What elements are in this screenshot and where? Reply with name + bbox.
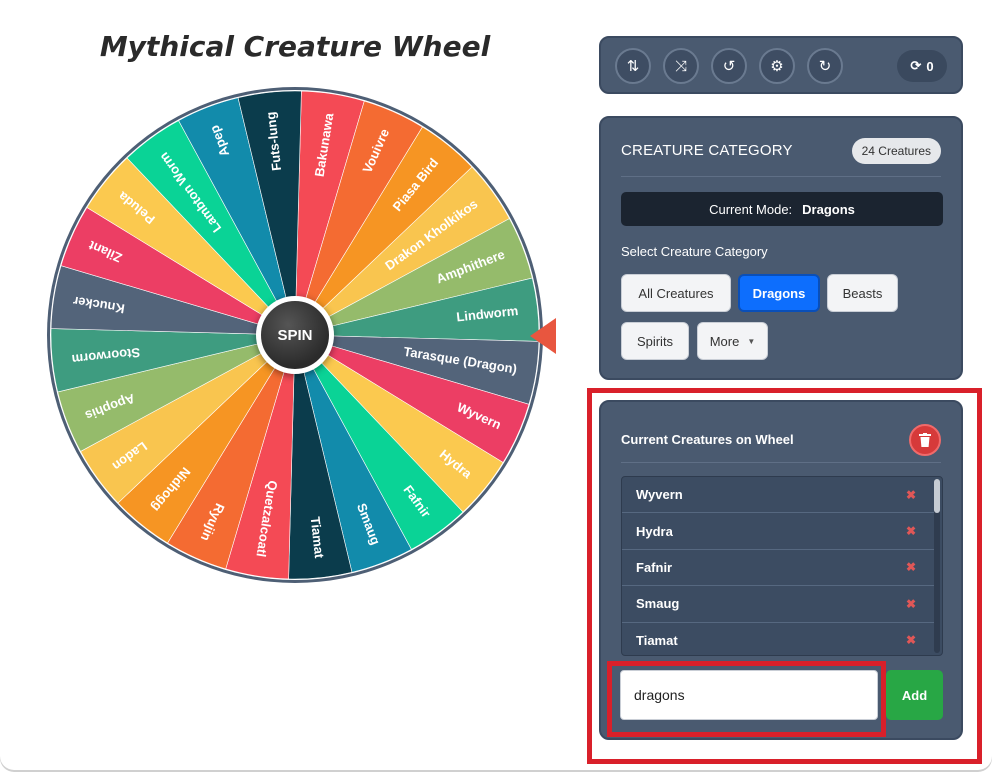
history-icon: ↺ <box>722 57 736 75</box>
chip-dragons[interactable]: Dragons <box>738 274 820 312</box>
refresh-icon: ⟳ <box>910 58 922 73</box>
divider <box>621 176 941 177</box>
redo-icon: ↻ <box>818 57 832 75</box>
chip-more-label: More <box>709 333 740 349</box>
spin-counter[interactable]: ⟳ 0 <box>897 50 947 82</box>
toolbar: ⇅ ⤨ ↺ ⚙ ↻ ⟳ 0 <box>599 36 963 94</box>
sort-icon: ⇅ <box>626 57 640 75</box>
mode-label: Current Mode: <box>709 201 793 217</box>
chip-all-creatures[interactable]: All Creatures <box>621 274 731 312</box>
sort-button[interactable]: ⇅ <box>615 48 651 84</box>
chip-more-dropdown[interactable]: More ▼ <box>697 322 768 360</box>
shuffle-button[interactable]: ⤨ <box>663 48 699 84</box>
page-title: Mythical Creature Wheel <box>99 30 491 63</box>
spin-button[interactable]: SPIN <box>256 296 334 374</box>
creature-count-badge: 24 Creatures <box>851 138 941 164</box>
chip-spirits[interactable]: Spirits <box>621 322 689 360</box>
redo-button[interactable]: ↻ <box>807 48 843 84</box>
history-button[interactable]: ↺ <box>711 48 747 84</box>
category-panel: CREATURE CATEGORY 24 Creatures Current M… <box>599 116 963 380</box>
chip-beasts[interactable]: Beasts <box>827 274 898 312</box>
settings-button[interactable]: ⚙ <box>759 48 795 84</box>
add-button[interactable]: Add <box>886 670 943 720</box>
mode-value: Dragons <box>802 201 855 217</box>
category-header: CREATURE CATEGORY <box>621 142 793 159</box>
select-category-label: Select Creature Category <box>621 244 768 259</box>
current-mode-bar: Current Mode: Dragons <box>621 192 943 226</box>
chevron-down-icon: ▼ <box>747 336 756 346</box>
spin-counter-value: 0 <box>926 58 934 74</box>
add-creature-input[interactable] <box>620 670 878 720</box>
wheel-pointer-icon <box>530 318 556 354</box>
gear-icon: ⚙ <box>770 57 784 75</box>
shuffle-icon: ⤨ <box>674 57 687 75</box>
